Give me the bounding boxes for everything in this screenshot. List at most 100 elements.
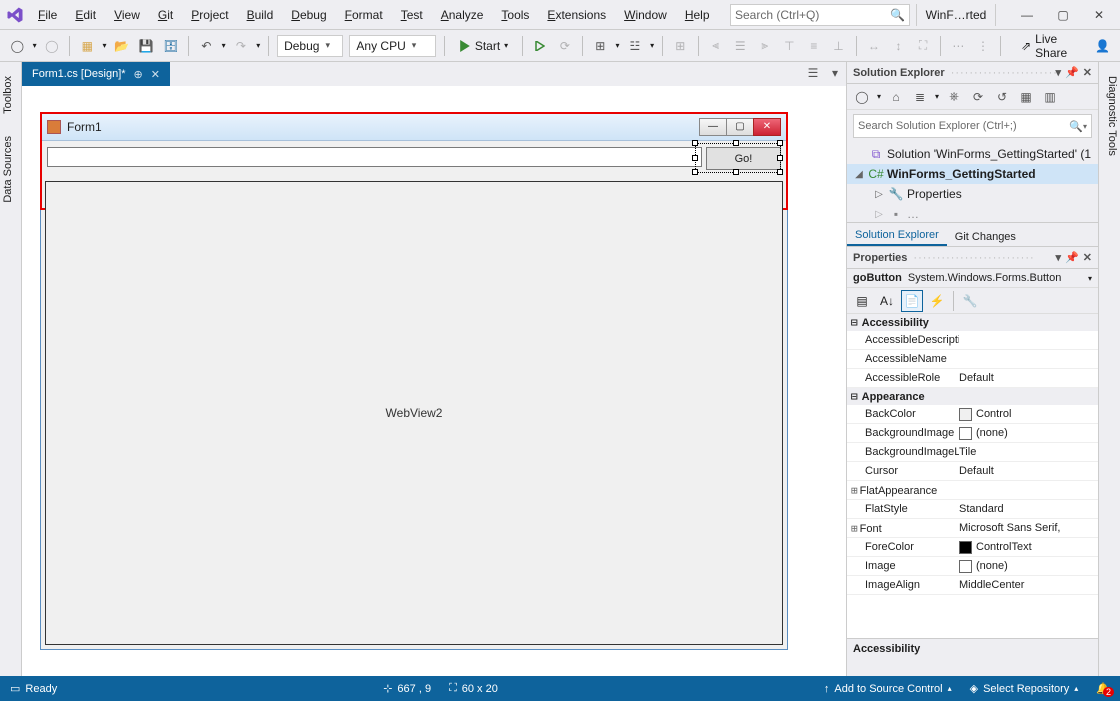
prop-row[interactable]: ⊞FontMicrosoft Sans Serif, (847, 519, 1098, 538)
prop-category[interactable]: ⊟ Accessibility (847, 314, 1098, 331)
align-left-icon[interactable]: ⫷ (706, 35, 725, 57)
hspace-icon[interactable]: ⋯ (949, 35, 968, 57)
menu-project[interactable]: Project (183, 4, 236, 26)
form-window[interactable]: Form1 — ▢ ✕ Go! (40, 112, 788, 650)
sel-handle[interactable] (733, 169, 739, 175)
doc-tab-form1[interactable]: Form1.cs [Design]* ⊕ ✕ (22, 62, 170, 86)
property-object-selector[interactable]: goButton System.Windows.Forms.Button ▾ (847, 269, 1098, 288)
se-search[interactable]: Search Solution Explorer (Ctrl+;) 🔍 ▾ (853, 114, 1092, 138)
prop-row[interactable]: ⊞FlatAppearance (847, 481, 1098, 500)
se-preview-icon[interactable]: ▥ (1041, 88, 1059, 106)
sel-handle[interactable] (777, 169, 783, 175)
menu-tools[interactable]: Tools (493, 4, 537, 26)
config-dropdown[interactable]: Debug▾ (277, 35, 343, 57)
hot-reload-icon[interactable]: ⟳ (556, 35, 575, 57)
menu-view[interactable]: View (106, 4, 148, 26)
search-box[interactable]: Search (Ctrl+Q) 🔍 (730, 4, 910, 26)
address-bar-input[interactable] (47, 147, 702, 167)
menu-debug[interactable]: Debug (283, 4, 334, 26)
prop-row[interactable]: AccessibleDescripti (847, 331, 1098, 350)
select-repository[interactable]: ◈ Select Repository ▴ (970, 682, 1079, 695)
prop-row[interactable]: ImageAlignMiddleCenter (847, 576, 1098, 595)
tree-item[interactable]: ▷▪… (847, 204, 1098, 222)
close-tab-icon[interactable]: ✕ (151, 68, 160, 81)
tab-git-changes[interactable]: Git Changes (947, 228, 1024, 246)
sel-handle[interactable] (692, 169, 698, 175)
sel-handle[interactable] (692, 155, 698, 161)
prop-row[interactable]: AccessibleRoleDefault (847, 369, 1098, 388)
new-item-icon[interactable]: ▦ (78, 35, 97, 57)
tab-dropdown-icon[interactable]: ▾ (824, 62, 846, 84)
menu-window[interactable]: Window (616, 4, 675, 26)
menu-analyze[interactable]: Analyze (433, 4, 492, 26)
events-icon[interactable]: ⚡ (926, 290, 948, 312)
se-back-icon[interactable]: ◯ (853, 88, 871, 106)
panel-close-icon[interactable]: ✕ (1083, 251, 1092, 264)
alphabetical-icon[interactable]: A↓ (876, 290, 898, 312)
menu-build[interactable]: Build (239, 4, 282, 26)
categorized-icon[interactable]: ▤ (851, 290, 873, 312)
nav-back-icon[interactable]: ◯ (8, 35, 27, 57)
prop-row[interactable]: BackgroundImageLTile (847, 443, 1098, 462)
align-bot-icon[interactable]: ⊥ (829, 35, 848, 57)
notifications-button[interactable]: 🔔 2 (1096, 682, 1110, 695)
tree-project[interactable]: ◢ C# WinForms_GettingStarted (847, 164, 1098, 184)
size-w-icon[interactable]: ↔ (865, 35, 884, 57)
start-no-debug-icon[interactable] (531, 35, 550, 57)
redo-icon[interactable]: ↷ (232, 35, 251, 57)
vspace-icon[interactable]: ⋮ (974, 35, 993, 57)
prop-row[interactable]: ForeColorControlText (847, 538, 1098, 557)
prop-row[interactable]: CursorDefault (847, 462, 1098, 481)
menu-help[interactable]: Help (677, 4, 718, 26)
tb-ic2[interactable]: ☳ (626, 35, 645, 57)
sel-handle[interactable] (692, 140, 698, 146)
align-mid-icon[interactable]: ≡ (805, 35, 824, 57)
form-body[interactable]: Go! WebVie (41, 141, 787, 649)
side-tab-toolbox[interactable]: Toolbox (0, 72, 21, 118)
webview2-control[interactable]: WebView2 (45, 181, 783, 645)
pin-icon[interactable]: ⊕ (134, 68, 143, 81)
se-pending-icon[interactable]: ⎈ (945, 88, 963, 106)
menu-edit[interactable]: Edit (67, 4, 104, 26)
add-source-control[interactable]: ↑ Add to Source Control ▴ (824, 683, 952, 695)
size-h-icon[interactable]: ↕ (889, 35, 908, 57)
solution-tree[interactable]: ⧉ Solution 'WinForms_GettingStarted' (1 … (847, 142, 1098, 222)
align-right-icon[interactable]: ⫸ (756, 35, 775, 57)
diagnostic-tools-tab[interactable]: Diagnostic Tools (1099, 72, 1120, 160)
property-pages-icon[interactable]: 🔧 (959, 290, 981, 312)
menu-format[interactable]: Format (337, 4, 391, 26)
prop-row[interactable]: FlatStyleStandard (847, 500, 1098, 519)
prop-row[interactable]: Image(none) (847, 557, 1098, 576)
menu-test[interactable]: Test (393, 4, 431, 26)
pin-icon[interactable]: 📌 (1065, 251, 1079, 264)
close-button[interactable]: ✕ (1082, 3, 1116, 27)
open-icon[interactable]: 📂 (113, 35, 132, 57)
prop-row[interactable]: BackgroundImage(none) (847, 424, 1098, 443)
feedback-icon[interactable]: 👤 (1093, 35, 1112, 57)
pin-icon[interactable]: 📌 (1065, 66, 1079, 79)
panel-options-icon[interactable]: ▾ (1056, 251, 1062, 264)
tb-ic1[interactable]: ⊞ (591, 35, 610, 57)
menu-extensions[interactable]: Extensions (539, 4, 614, 26)
tab-solution-explorer[interactable]: Solution Explorer (847, 226, 947, 246)
minimize-button[interactable]: — (1010, 3, 1044, 27)
maximize-button[interactable]: ▢ (1046, 3, 1080, 27)
save-icon[interactable]: 💾 (137, 35, 156, 57)
prop-row[interactable]: BackColorControl (847, 405, 1098, 424)
prop-row[interactable]: AccessibleName (847, 350, 1098, 369)
menu-file[interactable]: File (30, 4, 65, 26)
menu-git[interactable]: Git (150, 4, 181, 26)
sel-handle[interactable] (777, 155, 783, 161)
side-tab-data-sources[interactable]: Data Sources (0, 132, 21, 207)
design-surface[interactable]: Form1 — ▢ ✕ Go! (22, 86, 846, 676)
start-button[interactable]: Start▾ (453, 39, 514, 53)
tree-properties[interactable]: ▷ 🔧 Properties (847, 184, 1098, 204)
save-all-icon[interactable]: 🗄 (162, 35, 181, 57)
align-top-icon[interactable]: ⊤ (780, 35, 799, 57)
go-button[interactable]: Go! (706, 147, 781, 170)
panel-options-icon[interactable]: ▾ (1056, 66, 1062, 79)
align-center-icon[interactable]: ☰ (731, 35, 750, 57)
tree-solution[interactable]: ⧉ Solution 'WinForms_GettingStarted' (1 (847, 144, 1098, 164)
se-prop-icon[interactable]: ▦ (1017, 88, 1035, 106)
se-collapse-icon[interactable]: ↺ (993, 88, 1011, 106)
